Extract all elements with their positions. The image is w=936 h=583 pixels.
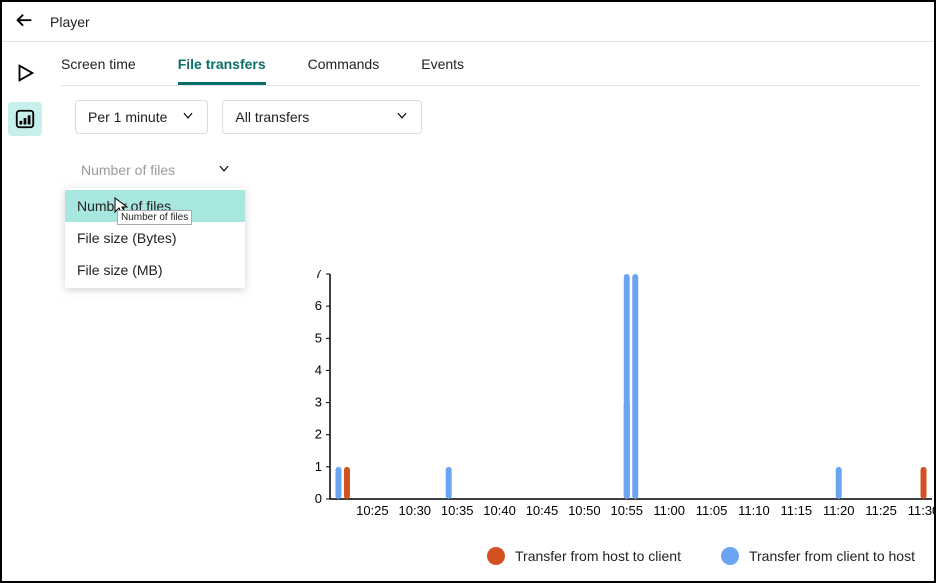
play-icon xyxy=(14,62,36,84)
legend-client-to-host: Transfer from client to host xyxy=(721,547,915,565)
svg-text:10:25: 10:25 xyxy=(356,503,389,518)
svg-text:0: 0 xyxy=(315,491,322,506)
svg-text:4: 4 xyxy=(315,362,322,377)
svg-text:11:20: 11:20 xyxy=(823,503,855,518)
legend-host-to-client: Transfer from host to client xyxy=(487,547,681,565)
metric-tooltip: Number of files xyxy=(117,210,192,225)
metric-select-wrap: Number of files Number of files Number o… xyxy=(75,154,243,186)
filters-row: Per 1 minute All transfers xyxy=(75,100,920,134)
metric-option-file-size-bytes[interactable]: File size (Bytes) xyxy=(65,222,245,254)
metric-select[interactable]: Number of files xyxy=(75,154,243,186)
svg-text:11:15: 11:15 xyxy=(781,503,813,518)
metric-option-number-of-files[interactable]: Number of files Number of files xyxy=(65,190,245,222)
svg-text:7: 7 xyxy=(315,270,322,281)
legend-label: Transfer from client to host xyxy=(749,548,915,564)
svg-text:10:40: 10:40 xyxy=(483,503,516,518)
transfer-type-value: All transfers xyxy=(235,109,309,125)
back-button[interactable] xyxy=(12,10,36,34)
svg-text:11:30: 11:30 xyxy=(908,503,934,518)
tab-events[interactable]: Events xyxy=(421,56,464,85)
svg-text:1: 1 xyxy=(315,459,322,474)
svg-text:10:55: 10:55 xyxy=(610,503,643,518)
svg-text:3: 3 xyxy=(315,395,322,410)
svg-text:2: 2 xyxy=(315,427,322,442)
legend-dot-icon xyxy=(721,547,739,565)
svg-text:10:30: 10:30 xyxy=(399,503,432,518)
svg-text:11:25: 11:25 xyxy=(865,503,897,518)
chart-view-button[interactable] xyxy=(8,102,42,136)
metric-option-file-size-mb[interactable]: File size (MB) xyxy=(65,254,245,286)
chevron-down-icon xyxy=(217,162,231,179)
chevron-down-icon xyxy=(395,109,409,126)
legend-label: Transfer from host to client xyxy=(515,548,681,564)
interval-select[interactable]: Per 1 minute xyxy=(75,100,208,134)
svg-text:11:10: 11:10 xyxy=(738,503,770,518)
back-arrow-icon xyxy=(13,11,35,33)
svg-text:6: 6 xyxy=(315,298,322,313)
legend-dot-icon xyxy=(487,547,505,565)
legend: Transfer from host to client Transfer fr… xyxy=(487,547,915,565)
svg-text:10:45: 10:45 xyxy=(526,503,559,518)
svg-text:11:00: 11:00 xyxy=(653,503,685,518)
interval-select-value: Per 1 minute xyxy=(88,109,167,125)
tabs: Screen time File transfers Commands Even… xyxy=(61,56,920,86)
bar-chart-icon xyxy=(14,108,36,130)
chart-area: 0 1 2 3 4 5 6 7 10:25 10:30 10:35 10:40 10:45 10:50 10… xyxy=(302,270,934,520)
main-panel: Screen time File transfers Commands Even… xyxy=(47,42,934,581)
app-window: Player Screen time xyxy=(0,0,936,583)
file-transfers-chart: 0 1 2 3 4 5 6 7 10:25 10:30 10:35 10:40 10:45 10:50 10… xyxy=(302,270,934,525)
body: Screen time File transfers Commands Even… xyxy=(2,42,934,581)
page-title: Player xyxy=(50,14,90,30)
chevron-down-icon xyxy=(181,109,195,126)
metric-select-value: Number of files xyxy=(81,162,175,178)
svg-text:10:50: 10:50 xyxy=(568,503,601,518)
svg-text:11:05: 11:05 xyxy=(696,503,728,518)
metric-dropdown: Number of files Number of files File siz… xyxy=(65,188,245,288)
svg-text:10:35: 10:35 xyxy=(441,503,474,518)
tab-file-transfers[interactable]: File transfers xyxy=(178,56,266,85)
tab-commands[interactable]: Commands xyxy=(308,56,380,85)
header-bar: Player xyxy=(2,2,934,42)
side-rail xyxy=(2,42,47,581)
tab-screen-time[interactable]: Screen time xyxy=(61,56,136,85)
play-button[interactable] xyxy=(8,56,42,90)
transfer-type-select[interactable]: All transfers xyxy=(222,100,422,134)
svg-text:5: 5 xyxy=(315,330,322,345)
